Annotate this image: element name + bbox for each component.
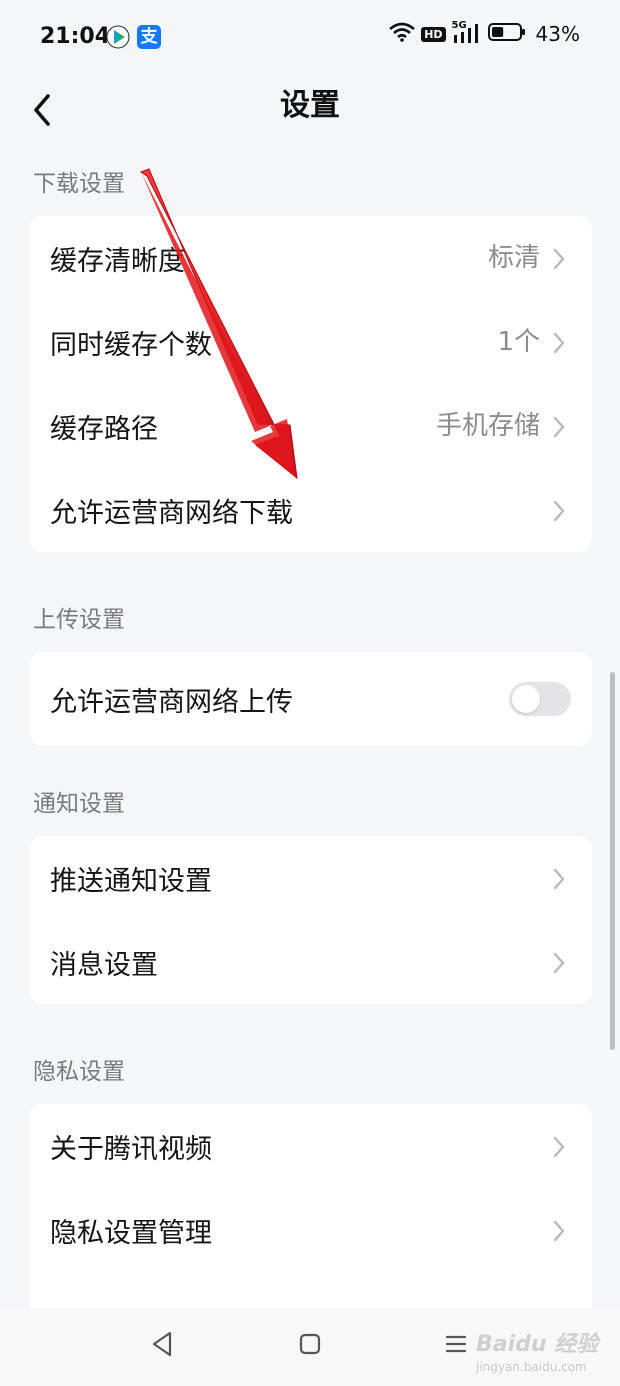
chevron-right-icon [553,1136,565,1158]
section-label-download: 下载设置 [33,171,125,197]
settings-row-carrier-download[interactable]: 允许运营商网络下载 [29,468,592,552]
watermark: Baidu 经验 jingyan.baidu.com [476,1326,606,1382]
menu-lines-icon [445,1335,467,1353]
settings-row-push-notify[interactable]: 推送通知设置 [29,836,592,920]
settings-row-concurrent-cache[interactable]: 同时缓存个数 1个 [29,300,592,384]
chevron-right-icon [553,248,565,270]
page-title: 设置 [280,88,340,123]
row-label: 关于腾讯视频 [50,1133,212,1165]
scrollbar[interactable] [610,672,615,1050]
hd-icon: HD [421,26,446,42]
row-value: 标清 [487,243,540,273]
section-label-privacy: 隐私设置 [33,1059,125,1085]
square-home-icon [299,1333,321,1355]
card-download: 缓存清晰度 标清 同时缓存个数 1个 缓存路径 手机存储 允许运营商网络下载 [29,216,592,552]
nav-home-button[interactable] [298,1332,322,1356]
row-label: 缓存路径 [50,413,158,445]
card-upload: 允许运营商网络上传 [29,652,592,746]
alipay-icon: 支 [137,25,161,49]
section-label-notify: 通知设置 [33,791,125,817]
battery-percent: 43% [535,22,580,46]
status-indicators: HD 5G 43% [389,20,580,46]
system-nav-bar: Baidu 经验 jingyan.baidu.com [0,1308,620,1386]
settings-row-privacy-manage[interactable]: 隐私设置管理 [29,1188,592,1272]
settings-row-carrier-upload: 允许运营商网络上传 [29,652,592,746]
chevron-right-icon [553,1220,565,1242]
row-label: 推送通知设置 [50,865,212,897]
status-bar: 21:04 支 HD 5G 43% [0,0,620,72]
settings-row-message[interactable]: 消息设置 [29,920,592,1004]
status-time: 21:04 [40,24,111,49]
card-notify: 推送通知设置 消息设置 [29,836,592,1004]
chevron-right-icon [553,868,565,890]
signal-icon: 5G [452,20,482,45]
carrier-upload-toggle[interactable] [509,682,571,716]
row-value: 1个 [497,327,540,357]
row-value: 手机存储 [435,411,540,441]
chevron-right-icon [553,332,565,354]
settings-row-cache-quality[interactable]: 缓存清晰度 标清 [29,216,592,300]
card-privacy: 关于腾讯视频 隐私设置管理 [29,1104,592,1324]
toggle-knob [512,685,540,713]
header-bar: 设置 [0,72,620,142]
chevron-right-icon [553,416,565,438]
row-label: 缓存清晰度 [50,245,185,277]
row-label: 消息设置 [50,949,158,981]
row-label: 同时缓存个数 [50,329,212,361]
watermark-site: jingyan.baidu.com [476,1360,587,1374]
chevron-right-icon [553,500,565,522]
nav-back-button[interactable] [150,1330,174,1358]
nav-recents-button[interactable] [444,1332,468,1356]
video-app-icon [106,25,130,49]
battery-icon [487,22,526,46]
chevron-right-icon [553,952,565,974]
triangle-back-icon [152,1331,172,1357]
settings-row-about[interactable]: 关于腾讯视频 [29,1104,592,1188]
wifi-icon [389,22,416,46]
watermark-brand: Baidu 经验 [476,1332,599,1357]
section-label-upload: 上传设置 [33,607,125,633]
settings-row-cache-path[interactable]: 缓存路径 手机存储 [29,384,592,468]
row-label: 允许运营商网络上传 [50,686,293,718]
row-label: 允许运营商网络下载 [50,497,293,529]
row-label: 隐私设置管理 [50,1217,212,1249]
